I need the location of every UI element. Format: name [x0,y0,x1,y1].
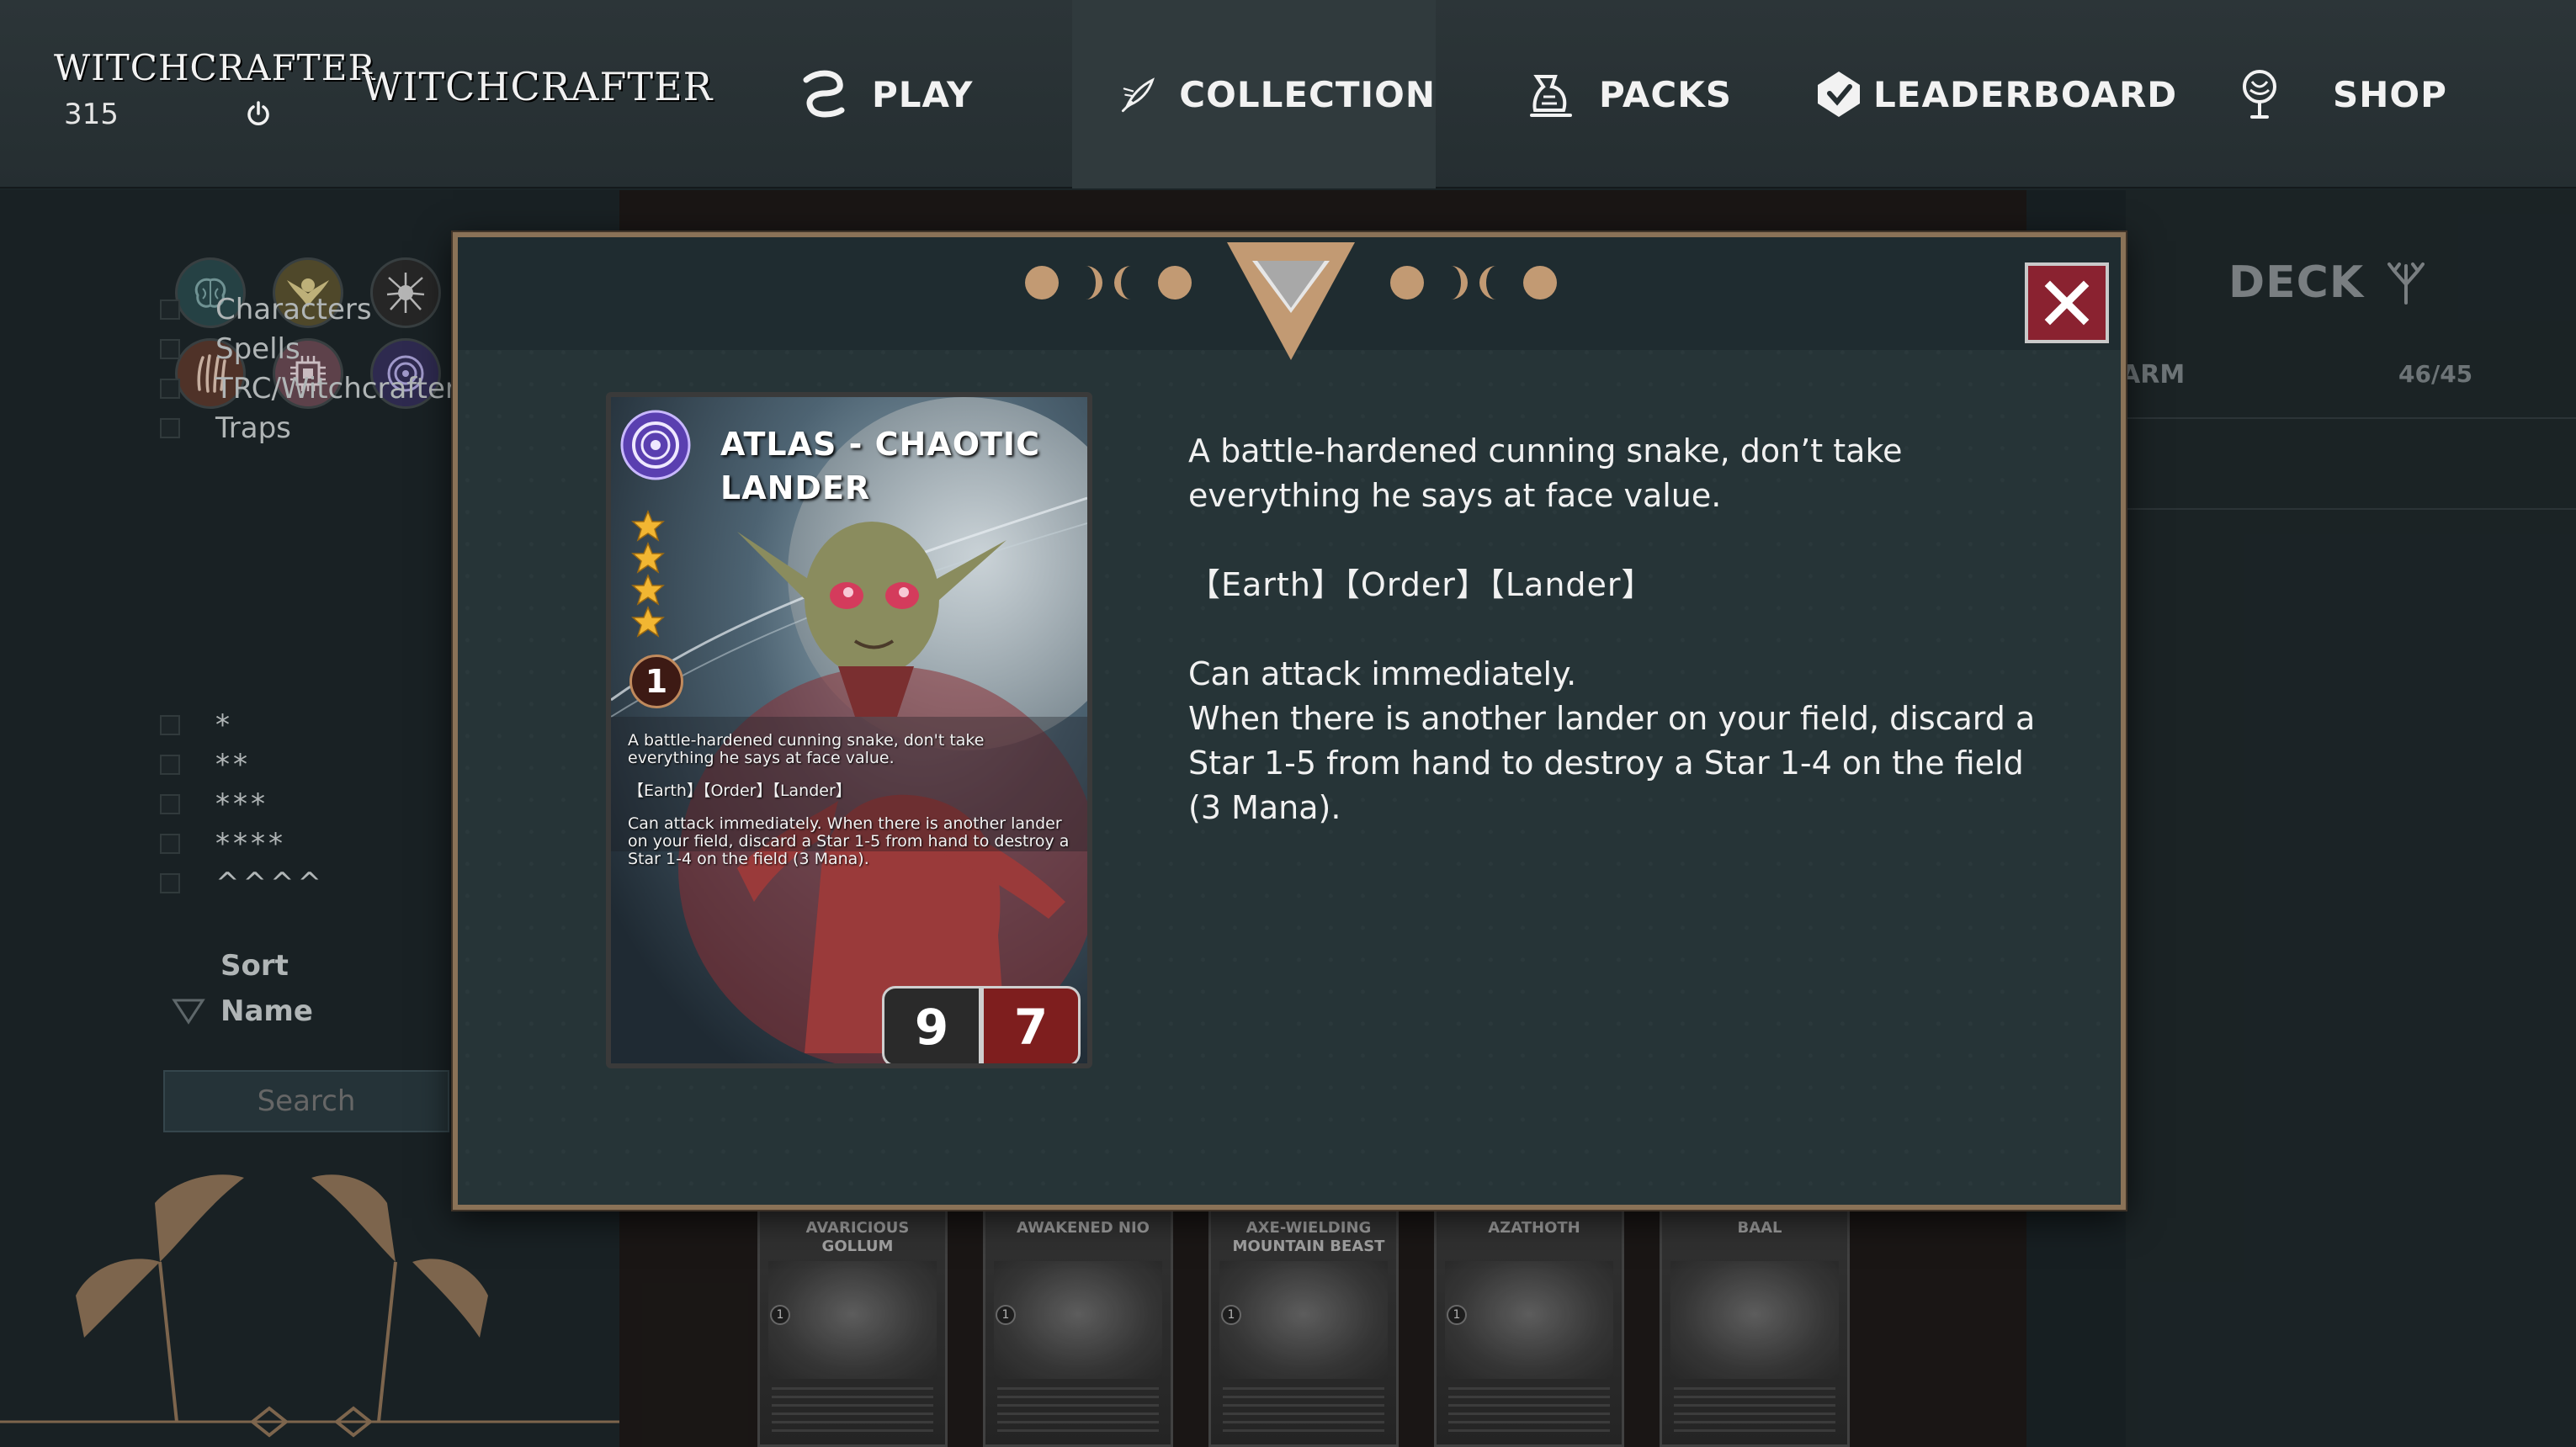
moon-phase-ornament [1025,242,1557,360]
description-flavor: A battle-hardened cunning snake, don’t t… [1188,432,1903,514]
star-icon [631,574,665,606]
nav-packs-label: PACKS [1599,73,1733,115]
star-icon [631,510,665,542]
attack-stat: 9 [882,986,981,1063]
nav-play[interactable]: PLAY [798,0,973,188]
nav-collection-label: COLLECTION [1179,73,1436,115]
nav-leaderboard[interactable]: LEADERBOARD [1813,0,2177,188]
orbit-element-icon [620,410,691,480]
power-icon[interactable] [244,99,273,128]
card-detail-modal: ATLAS - CHAOTIC LANDER 1 A battle-harden… [453,232,2126,1210]
play-swirl-icon [803,70,845,118]
card-flavor: A battle-hardened cunning snake, don't t… [628,731,985,767]
card-ability: Can attack immediately. When there is an… [628,814,1070,868]
card-description: A battle-hardened cunning snake, don’t t… [1188,429,2063,830]
collection-quill-icon [1121,77,1155,113]
player-badge: WITCHCRAFTER 315 [54,47,376,131]
close-button[interactable] [2025,262,2109,343]
card-preview: ATLAS - CHAOTIC LANDER 1 A battle-harden… [606,392,1092,1068]
card-tags: 【Earth】【Order】【Lander】 [628,782,852,800]
top-nav-bar: WITCHCRAFTER 315 WITCHCRAFTER PLAY COLLE… [0,0,2576,188]
card-cost: 1 [629,655,683,708]
description-ability-2: When there is another lander on your fie… [1188,700,2036,826]
brand-logo[interactable]: WITCHCRAFTER [362,64,713,109]
nav-play-label: PLAY [872,73,974,115]
defense-stat: 7 [981,986,1081,1063]
shop-tree-icon [2243,70,2276,119]
nav-shop[interactable]: SHOP [2233,0,2447,188]
nav-collection[interactable]: COLLECTION [1072,0,1436,188]
card-text: A battle-hardened cunning snake, don't t… [628,732,1074,868]
card-title: ATLAS - CHAOTIC LANDER [720,426,1040,506]
player-points: 315 [64,98,119,131]
star-icon [631,542,665,574]
nav-leaderboard-label: LEADERBOARD [1873,73,2178,115]
nav-packs[interactable]: PACKS [1525,0,1732,188]
close-icon [2044,280,2090,326]
description-ability-1: Can attack immediately. [1188,655,1577,692]
star-icon [631,606,665,638]
leaderboard-badge-icon [1818,72,1860,117]
star-rating [631,510,665,638]
description-tags: 【Earth】【Order】【Lander】 [1188,566,1654,603]
mini-logo: WITCHCRAFTER [54,47,376,88]
nav-shop-label: SHOP [2333,73,2447,115]
packs-bag-icon [1530,75,1572,117]
